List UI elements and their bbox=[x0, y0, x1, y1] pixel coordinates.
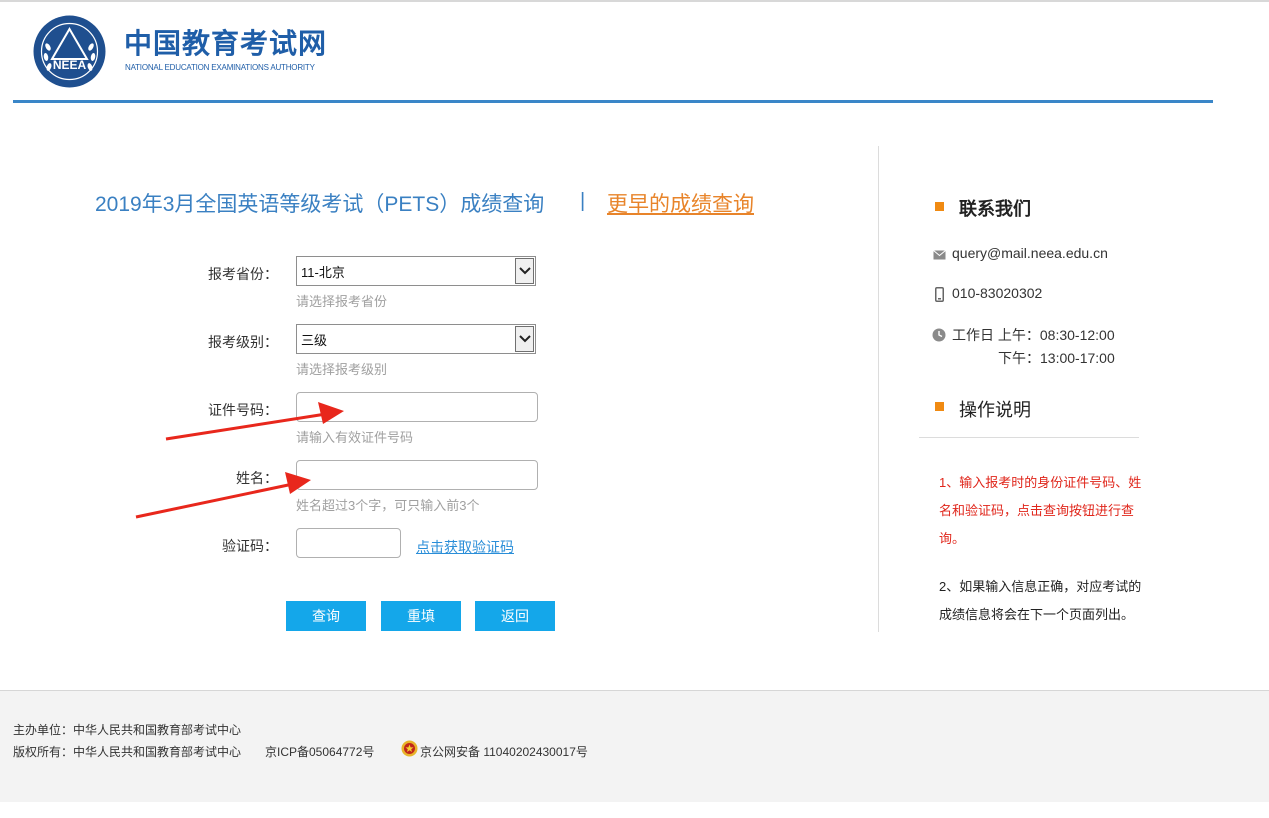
footer-organizer: 主办单位：中华人民共和国教育部考试中心 bbox=[13, 723, 242, 737]
province-select-value: 11-北京 bbox=[301, 265, 345, 280]
bullet-square-icon bbox=[935, 402, 944, 411]
province-select[interactable]: 11-北京 bbox=[296, 256, 536, 286]
phone-icon bbox=[935, 287, 944, 302]
contact-email[interactable]: query@mail.neea.edu.cn bbox=[952, 245, 1108, 261]
footer: 主办单位：中华人民共和国教育部考试中心 版权所有：中华人民共和国教育部考试中心 … bbox=[0, 690, 1269, 802]
contact-phone: 010-83020302 bbox=[952, 285, 1043, 301]
footer-police-record[interactable]: 京公网安备 11040202430017号 bbox=[420, 743, 588, 760]
query-button[interactable]: 查询 bbox=[286, 601, 366, 631]
level-select[interactable]: 三级 bbox=[296, 324, 536, 354]
level-hint: 请选择报考级别 bbox=[296, 362, 388, 377]
clock-icon bbox=[932, 328, 946, 342]
title-separator: | bbox=[580, 190, 586, 212]
earlier-results-link[interactable]: 更早的成绩查询 bbox=[607, 188, 754, 218]
get-captcha-link[interactable]: 点击获取验证码 bbox=[416, 537, 514, 557]
instructions-title: 操作说明 bbox=[959, 400, 1031, 420]
contact-title: 联系我们 bbox=[959, 199, 1031, 219]
chevron-down-icon[interactable] bbox=[515, 326, 534, 352]
page-title: 2019年3月全国英语等级考试（PETS）成绩查询 bbox=[95, 193, 545, 216]
name-input[interactable] bbox=[296, 460, 538, 490]
mail-icon bbox=[933, 250, 946, 260]
neea-logo-icon[interactable]: NEEA bbox=[33, 15, 106, 88]
working-hours-am: 工作日 上午：08:30-12:00 bbox=[952, 327, 1115, 343]
chevron-down-icon[interactable] bbox=[515, 258, 534, 284]
captcha-input[interactable] bbox=[296, 528, 401, 558]
id-number-hint: 请输入有效证件号码 bbox=[296, 430, 414, 445]
name-label: 姓名： bbox=[236, 470, 278, 486]
instruction-2: 2、如果输入信息正确，对应考试的成绩信息将会在下一个页面列出。 bbox=[939, 579, 1142, 622]
header-divider bbox=[13, 100, 1213, 103]
site-logo-title[interactable]: 中国教育考试网 bbox=[124, 27, 327, 61]
captcha-label: 验证码： bbox=[222, 538, 278, 554]
back-button[interactable]: 返回 bbox=[475, 601, 555, 631]
top-border bbox=[0, 0, 1269, 2]
logo-emblem-text: NEEA bbox=[53, 58, 87, 72]
bullet-square-icon bbox=[935, 202, 944, 211]
working-hours-pm: 下午：13:00-17:00 bbox=[998, 350, 1115, 366]
id-number-input[interactable] bbox=[296, 392, 538, 422]
column-divider bbox=[878, 146, 879, 632]
police-badge-icon bbox=[401, 740, 418, 757]
instructions-divider bbox=[919, 437, 1139, 438]
footer-icp[interactable]: 京ICP备05064772号 bbox=[265, 743, 374, 760]
province-label: 报考省份： bbox=[208, 266, 278, 282]
level-label: 报考级别： bbox=[208, 334, 278, 350]
name-hint: 姓名超过3个字，可只输入前3个 bbox=[296, 498, 480, 513]
id-number-label: 证件号码： bbox=[208, 402, 278, 418]
footer-copyright: 版权所有：中华人民共和国教育部考试中心 bbox=[13, 745, 242, 759]
site-logo-subtitle: NATIONAL EDUCATION EXAMINATIONS AUTHORIT… bbox=[125, 63, 315, 72]
reset-button[interactable]: 重填 bbox=[381, 601, 461, 631]
instruction-1: 1、输入报考时的身份证件号码、姓名和验证码，点击查询按钮进行查询。 bbox=[939, 475, 1142, 546]
province-hint: 请选择报考省份 bbox=[296, 294, 388, 309]
level-select-value: 三级 bbox=[301, 333, 328, 348]
